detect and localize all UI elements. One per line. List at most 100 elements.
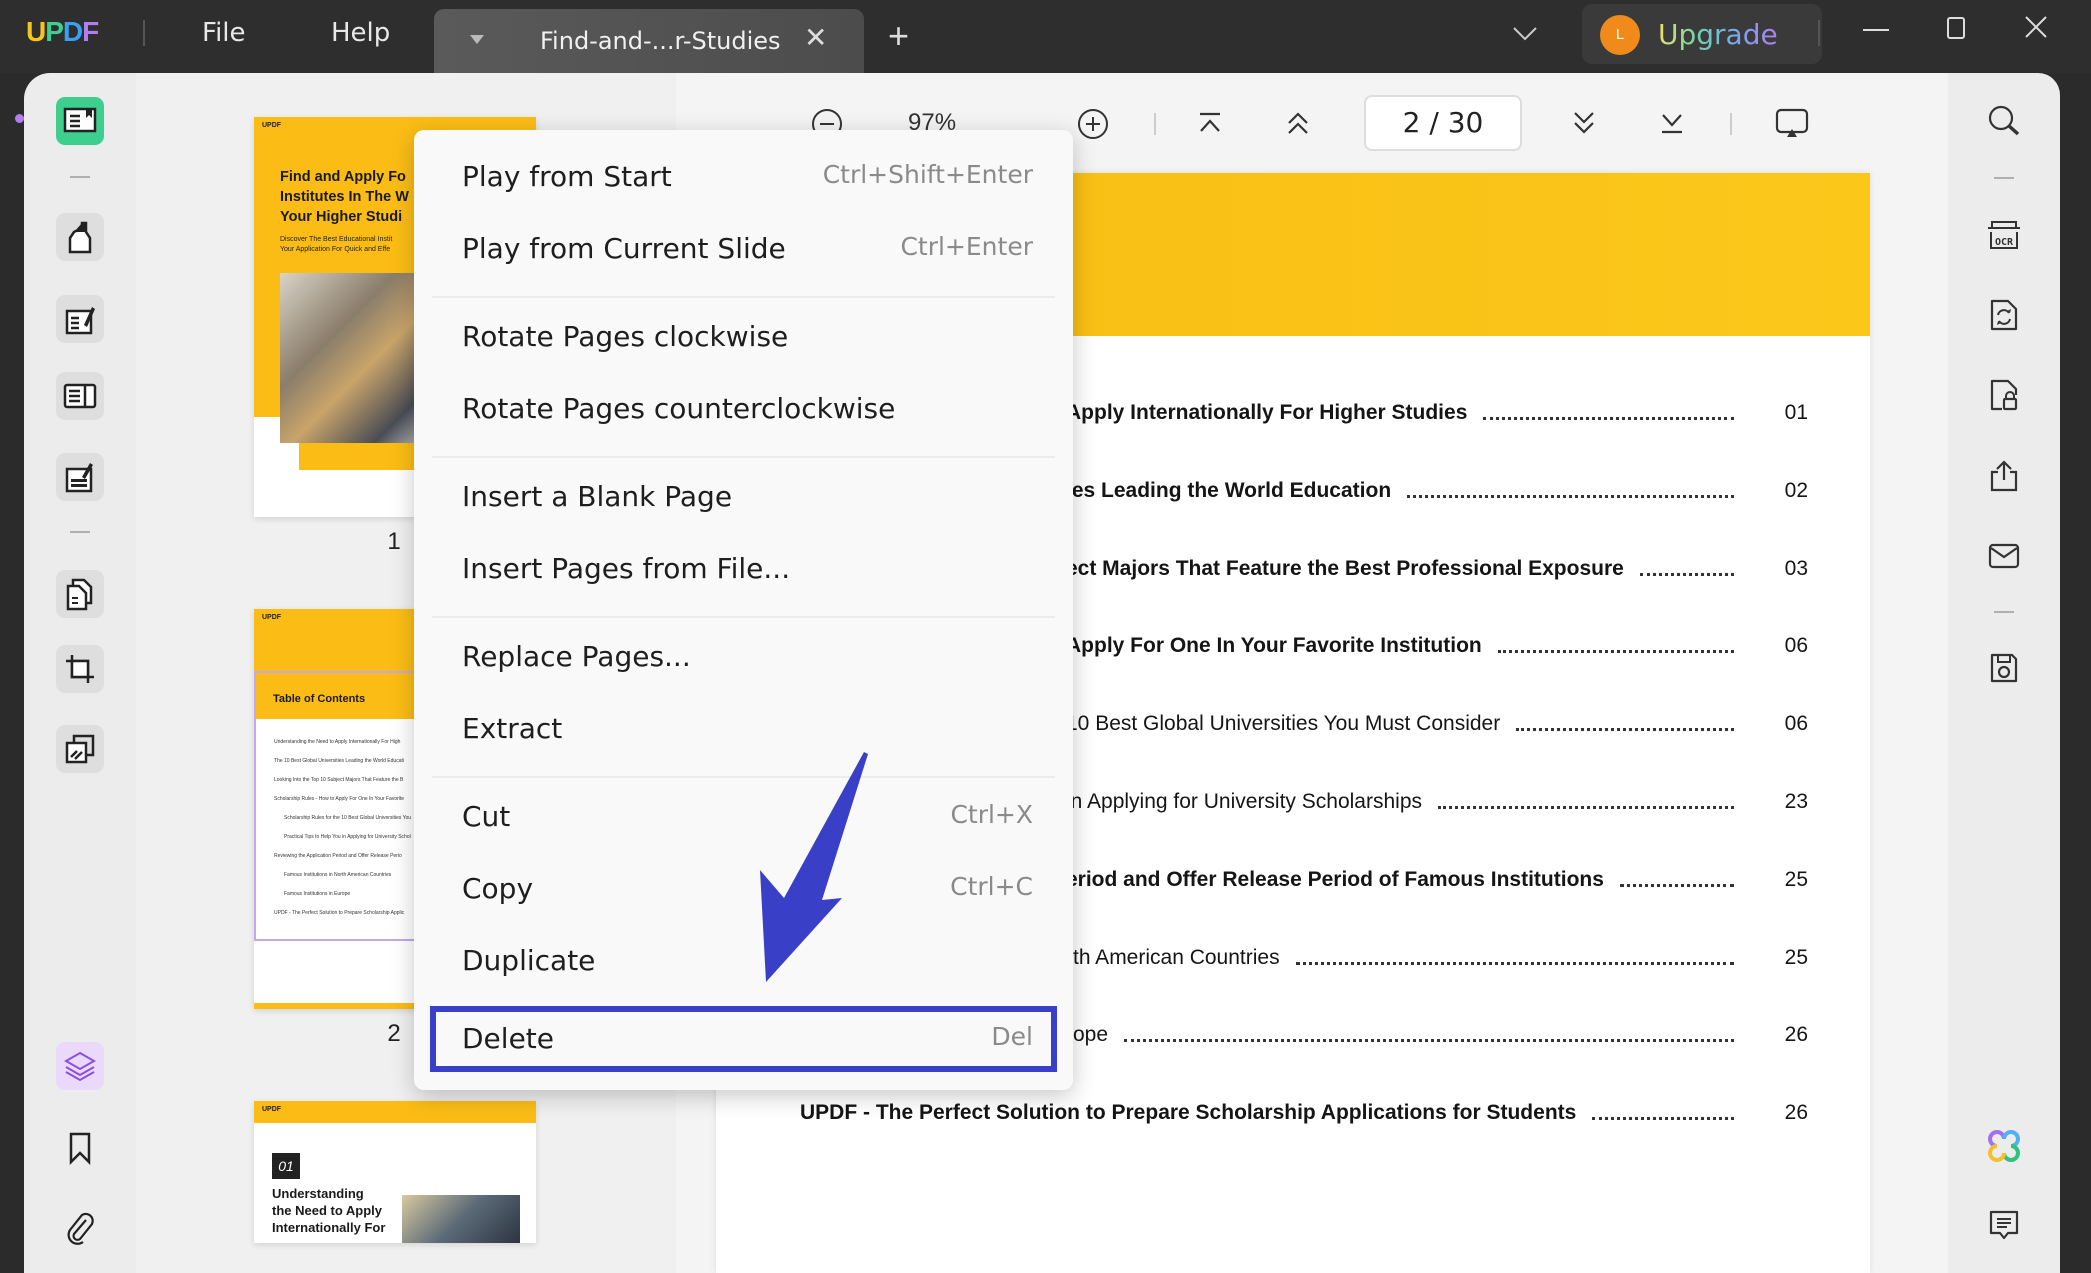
ai-assistant-icon xyxy=(1988,1130,2020,1162)
menu-separator xyxy=(432,456,1055,458)
first-page-button[interactable] xyxy=(1196,109,1224,144)
zoom-in-button[interactable] xyxy=(1076,107,1110,148)
toc-entry-page: 06 xyxy=(1784,712,1808,736)
subtitle-line: Your Application For Quick and Effe xyxy=(280,246,391,253)
left-edge xyxy=(0,73,24,1273)
bookmarks-button[interactable] xyxy=(56,1124,104,1172)
page-number-input[interactable]: 2 / 30 xyxy=(1364,95,1522,151)
chapter-heading: Understanding the Need to Apply Internat… xyxy=(272,1185,385,1236)
comments-panel-button[interactable] xyxy=(1984,1206,2024,1246)
menu-item-rotate-pages-clockwise[interactable]: Rotate Pages clockwise xyxy=(430,304,1057,370)
tab-title: Find-and-...r-Studies xyxy=(540,27,781,55)
email-button[interactable] xyxy=(1984,536,2024,576)
slideshow-button[interactable] xyxy=(1774,107,1810,146)
last-page-button[interactable] xyxy=(1658,109,1686,144)
upgrade-button[interactable]: L Upgrade xyxy=(1582,4,1822,64)
reader-mode-button[interactable] xyxy=(56,97,104,145)
avatar[interactable]: L xyxy=(1600,15,1640,55)
share-button[interactable] xyxy=(1984,456,2024,496)
maximize-button[interactable] xyxy=(1936,12,1976,50)
divider xyxy=(1730,113,1732,135)
chapter-number: 01 xyxy=(272,1153,300,1179)
page-thumbnail-3[interactable]: UPDF 01 Understanding the Need to Apply … xyxy=(254,1101,536,1243)
redact-tool-button[interactable] xyxy=(56,725,104,773)
search-icon xyxy=(1988,105,2020,136)
divider xyxy=(70,176,90,178)
tab-dropdown-icon[interactable] xyxy=(470,35,484,44)
toc-entry-title: eriod and Offer Release Period of Famous… xyxy=(1066,867,1604,891)
convert-button[interactable] xyxy=(1984,295,2024,335)
form-tool-button[interactable] xyxy=(56,372,104,420)
tabs-dropdown-button[interactable] xyxy=(1512,18,1538,49)
toc-leader-dots xyxy=(1296,961,1734,965)
paperclip-icon xyxy=(67,1212,94,1245)
toc-entry-page: 23 xyxy=(1784,790,1808,813)
save-button[interactable] xyxy=(1984,648,2024,688)
toc-leader-dots xyxy=(1640,572,1734,576)
svg-text:OCR: OCR xyxy=(1995,237,2014,248)
toc-leader-dots xyxy=(1124,1039,1734,1043)
tab-close-icon[interactable]: ✕ xyxy=(804,21,827,54)
menu-item-insert-pages-from-file[interactable]: Insert Pages from File... xyxy=(430,536,1057,602)
minimize-button[interactable] xyxy=(1856,12,1896,50)
previous-page-button[interactable] xyxy=(1284,109,1312,144)
toc-leader-dots xyxy=(1438,806,1734,809)
menu-item-play-from-start[interactable]: Play from Start Ctrl+Shift+Enter xyxy=(430,144,1057,210)
menu-item-label: Insert a Blank Page xyxy=(462,480,733,513)
redact-icon xyxy=(65,734,95,764)
toc-entry-page: 25 xyxy=(1784,867,1808,891)
maximize-icon xyxy=(1947,17,1965,39)
crop-icon xyxy=(66,655,94,683)
protect-button[interactable] xyxy=(1984,375,2024,415)
fill-sign-button[interactable] xyxy=(56,453,104,501)
double-chevron-down-icon xyxy=(1574,112,1594,134)
organize-pages-button[interactable] xyxy=(56,570,104,618)
menu-item-label: Rotate Pages counterclockwise xyxy=(462,392,896,425)
toc-entry-title: Apply Internationally For Higher Studies xyxy=(1066,401,1468,424)
menu-item-shortcut: Ctrl+X xyxy=(950,800,1033,829)
crop-tool-button[interactable] xyxy=(56,645,104,693)
menu-file[interactable]: File xyxy=(202,18,246,48)
layers-icon xyxy=(63,1051,97,1082)
menu-item-play-from-current-slide[interactable]: Play from Current Slide Ctrl+Enter xyxy=(430,216,1057,282)
menu-item-cut[interactable]: Cut Ctrl+X xyxy=(430,784,1057,850)
upgrade-label: Upgrade xyxy=(1658,18,1778,51)
right-edge xyxy=(2060,73,2091,1273)
chapter-photo xyxy=(402,1195,520,1243)
brand-label: UPDF xyxy=(262,1106,282,1113)
comment-tool-button[interactable] xyxy=(56,213,104,261)
menu-item-copy[interactable]: Copy Ctrl+C xyxy=(430,856,1057,922)
toc-entry[interactable]: UPDF - The Perfect Solution to Prepare S… xyxy=(716,1095,1870,1135)
menu-item-replace-pages[interactable]: Replace Pages... xyxy=(430,624,1057,690)
menu-item-label: Insert Pages from File... xyxy=(462,552,791,585)
search-button[interactable] xyxy=(1984,101,2024,141)
menu-help[interactable]: Help xyxy=(331,18,390,48)
document-tab[interactable]: Find-and-...r-Studies ✕ xyxy=(434,9,864,73)
menu-item-label: Rotate Pages clockwise xyxy=(462,320,789,353)
divider xyxy=(143,20,145,46)
attachments-button[interactable] xyxy=(56,1204,104,1252)
bookmark-icon xyxy=(69,1132,91,1165)
menu-item-delete[interactable]: Delete Del xyxy=(430,1006,1057,1072)
edit-pdf-button[interactable] xyxy=(56,295,104,343)
next-page-button[interactable] xyxy=(1570,109,1598,144)
new-tab-button[interactable]: + xyxy=(888,18,909,54)
layers-button[interactable] xyxy=(56,1042,104,1090)
close-window-button[interactable] xyxy=(2016,12,2056,50)
menu-item-extract[interactable]: Extract xyxy=(430,696,1057,762)
toc-entry-title: ies Leading the World Education xyxy=(1066,478,1392,502)
page-number-2: 2 xyxy=(387,1020,401,1047)
menu-item-insert-a-blank-page[interactable]: Insert a Blank Page xyxy=(430,464,1057,530)
menu-item-shortcut: Ctrl+Enter xyxy=(900,232,1033,261)
ocr-button[interactable]: OCR xyxy=(1984,215,2024,255)
toc-entry-page: 06 xyxy=(1784,634,1808,658)
menu-item-duplicate[interactable]: Duplicate xyxy=(430,928,1057,994)
ai-assistant-button[interactable] xyxy=(1984,1126,2024,1166)
updf-logo: UPDF xyxy=(26,16,99,48)
menu-item-label: Play from Current Slide xyxy=(462,232,786,265)
last-page-icon xyxy=(1662,114,1682,134)
title-bar: UPDF File Help Find-and-...r-Studies ✕ +… xyxy=(0,0,2091,73)
divider xyxy=(1994,177,2014,179)
sign-icon xyxy=(65,463,93,493)
menu-item-rotate-pages-counterclockwise[interactable]: Rotate Pages counterclockwise xyxy=(430,376,1057,442)
